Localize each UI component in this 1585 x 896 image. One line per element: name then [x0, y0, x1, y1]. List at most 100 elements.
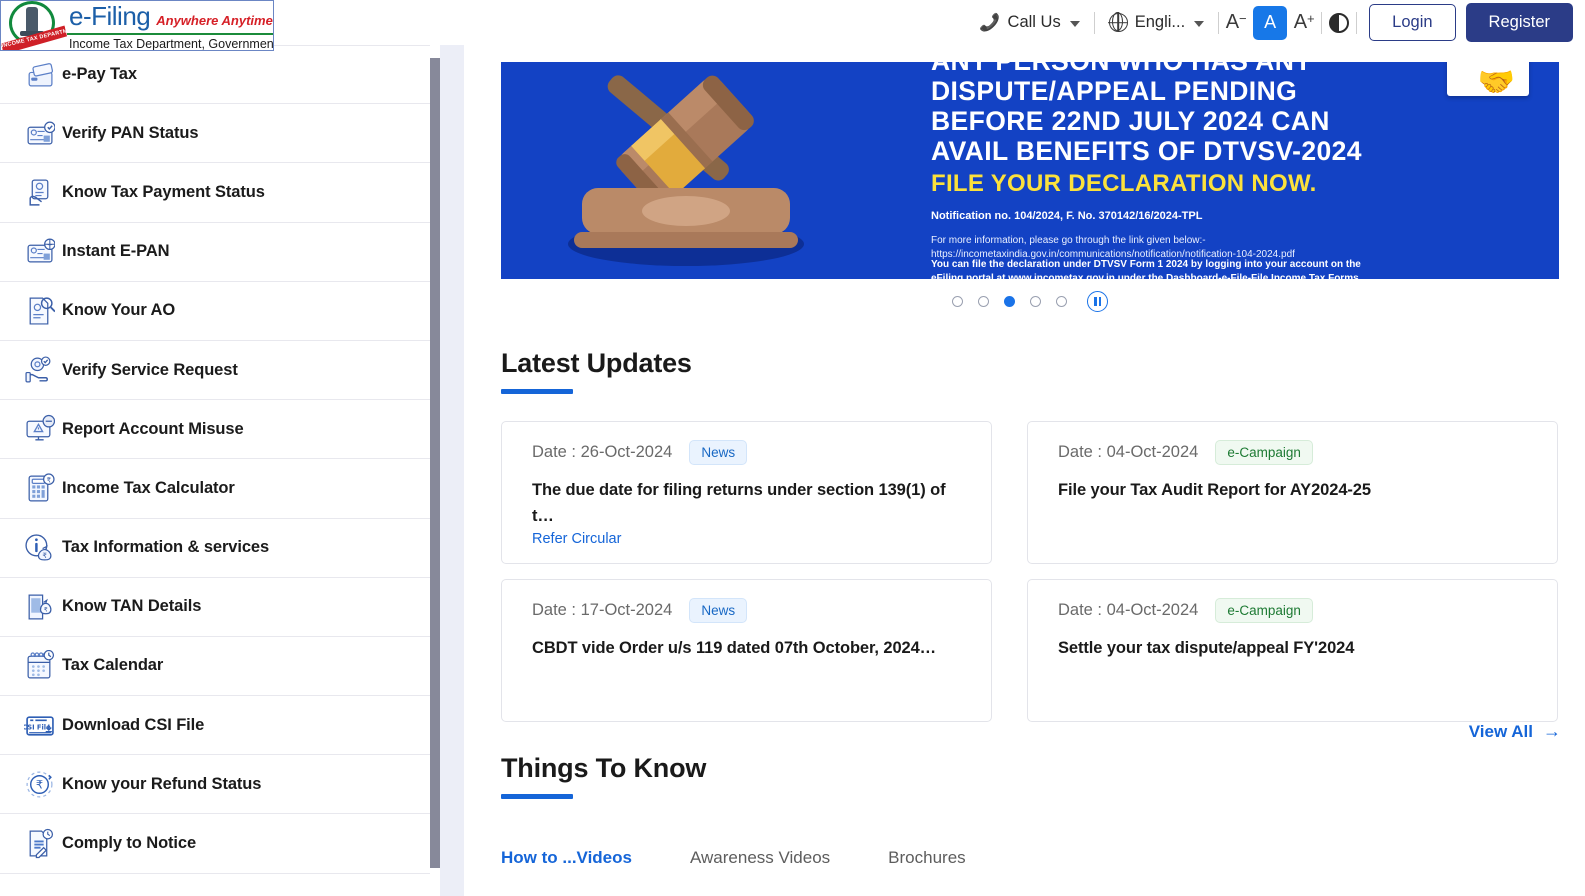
- update-card-date: Date : 04-Oct-2024: [1058, 601, 1199, 619]
- services-sidebar[interactable]: e-Pay Tax Verify PAN Status Know Tax Payme…: [0, 45, 430, 896]
- sidebar-item-know-tax-payment-status[interactable]: Know Tax Payment Status: [0, 163, 430, 223]
- status-badge: News: [689, 440, 748, 465]
- carousel-dot-4[interactable]: [1030, 296, 1041, 307]
- sidebar-item-label: Know Your AO: [62, 301, 176, 320]
- update-card[interactable]: Date : 04-Oct-2024 e-Campaign Settle your …: [1027, 579, 1558, 722]
- language-label: Engli...: [1134, 13, 1186, 31]
- font-decrease-button[interactable]: A −: [1219, 6, 1253, 40]
- carousel-pause-button[interactable]: [1087, 291, 1108, 312]
- view-all-link[interactable]: View All →: [1469, 721, 1561, 742]
- carousel-dot-1[interactable]: [952, 296, 963, 307]
- notice-clock-edit-icon: [16, 828, 62, 859]
- language-menu[interactable]: Engli...: [1095, 0, 1218, 45]
- call-us-label: Call Us: [1007, 13, 1061, 31]
- sidebar-item-comply-to-notice[interactable]: Comply to Notice: [0, 814, 430, 874]
- promo-banner-dtvsv[interactable]: ANY PERSON WHO HAS ANY DISPUTE/APPEAL PE…: [501, 62, 1559, 279]
- sidebar-item-label: e-Pay Tax: [62, 65, 137, 84]
- sidebar-scrollbar-track[interactable]: [440, 45, 464, 896]
- contrast-toggle-button[interactable]: [1322, 6, 1356, 40]
- login-button[interactable]: Login: [1369, 4, 1456, 41]
- contrast-icon: [1329, 12, 1350, 33]
- sidebar-item-label: Tax Calendar: [62, 656, 164, 675]
- calculator-rupee-icon: ₹: [16, 473, 62, 504]
- brand-tagline: Anywhere Anytime: [156, 13, 273, 28]
- status-badge: e-Campaign: [1215, 440, 1313, 465]
- sidebar-item-download-csi-file[interactable]: CSI File Download CSI File: [0, 696, 430, 756]
- update-card-link[interactable]: Refer Circular: [532, 531, 963, 547]
- brand-subtitle: Income Tax Department, Government of Ind…: [69, 37, 274, 51]
- sidebar-item-income-tax-calculator[interactable]: ₹ Income Tax Calculator: [0, 459, 430, 519]
- hand-receipt-icon: [16, 177, 62, 208]
- banner-headline-line3: BEFORE 22ND JULY 2024 CAN: [931, 106, 1330, 136]
- status-badge: News: [689, 598, 748, 623]
- handshake-icon: 🤝: [1477, 66, 1515, 99]
- call-us-menu[interactable]: 📞 Call Us: [965, 0, 1093, 45]
- things-to-know-tabs[interactable]: How to ...Videos Awareness Videos Brochure…: [501, 848, 1024, 868]
- carousel-dot-5[interactable]: [1056, 296, 1067, 307]
- phone-icon: 📞: [979, 12, 1001, 32]
- sidebar-item-label: Verify Service Request: [62, 360, 238, 379]
- svg-text:₹: ₹: [42, 551, 47, 560]
- update-card-date: Date : 17-Oct-2024: [532, 601, 673, 619]
- brand-block: e-Filing Anywhere Anytime Income Tax Dep…: [67, 1, 274, 51]
- font-increase-button[interactable]: A +: [1287, 6, 1321, 40]
- sidebar-scrollbar-thumb[interactable]: [430, 58, 440, 868]
- sidebar-item-label: Know your Refund Status: [62, 774, 262, 793]
- status-badge: e-Campaign: [1215, 598, 1313, 623]
- banner-headline-line4: AVAIL BENEFITS OF DTVSV-2024: [931, 136, 1362, 166]
- update-card-date: Date : 26-Oct-2024: [532, 443, 673, 461]
- sidebar-item-know-tan-details[interactable]: ₹ Know TAN Details: [0, 577, 430, 637]
- register-button[interactable]: Register: [1465, 3, 1573, 42]
- sidebar-item-know-your-ao[interactable]: Know Your AO: [0, 281, 430, 341]
- banner-info-block2: You can file the declaration under DTVSV…: [931, 258, 1361, 279]
- font-normal-label: A: [1264, 12, 1277, 32]
- heading-underline: [501, 389, 573, 394]
- font-normal-button[interactable]: A: [1253, 5, 1288, 40]
- sidebar-item-tax-information-services[interactable]: ₹ Tax Information & services: [0, 518, 430, 578]
- sidebar-item-instant-e-pan[interactable]: Instant E-PAN: [0, 222, 430, 282]
- sidebar-item-label: Report Account Misuse: [62, 419, 244, 438]
- gavel-icon: [568, 75, 804, 266]
- csi-file-download-icon: CSI File: [16, 710, 62, 741]
- banner-notification: Notification no. 104/2024, F. No. 370142…: [931, 210, 1203, 222]
- update-card-title: File your Tax Audit Report for AY2024-25: [1058, 481, 1371, 499]
- sidebar-item-e-pay-tax[interactable]: e-Pay Tax: [0, 45, 430, 105]
- sidebar-item-verify-service-request[interactable]: Verify Service Request: [0, 340, 430, 401]
- monitor-warning-icon: [16, 414, 62, 445]
- update-card[interactable]: Date : 26-Oct-2024 News The due date for f…: [501, 421, 992, 564]
- sidebar-item-know-your-refund-status[interactable]: ₹ Know your Refund Status: [0, 755, 430, 815]
- efiling-logo[interactable]: सत्यमेव जयते INCOME TAX DEPARTMENT e-Fil…: [0, 0, 274, 51]
- sidebar-item-report-account-misuse[interactable]: Report Account Misuse: [0, 400, 430, 460]
- latest-updates-grid: Date : 26-Oct-2024 News The due date for f…: [501, 421, 1561, 722]
- carousel-dot-2[interactable]: [978, 296, 989, 307]
- latest-updates-heading: Latest Updates: [501, 348, 1585, 394]
- tab-how-to-videos[interactable]: How to ...Videos: [501, 848, 660, 868]
- sidebar-item-label: Download CSI File: [62, 715, 205, 734]
- sidebar-item-verify-pan-status[interactable]: Verify PAN Status: [0, 104, 430, 164]
- update-card[interactable]: Date : 17-Oct-2024 News CBDT vide Order u/…: [501, 579, 992, 722]
- tab-brochures[interactable]: Brochures: [888, 848, 993, 868]
- banner-info-line4: eFiling portal at www.incometax.gov.in u…: [931, 273, 1362, 279]
- update-card-date: Date : 04-Oct-2024: [1058, 443, 1199, 461]
- svg-text:₹: ₹: [43, 607, 47, 614]
- sidebar-item-label: Know TAN Details: [62, 597, 202, 616]
- update-card[interactable]: Date : 04-Oct-2024 e-Campaign File your Ta…: [1027, 421, 1558, 564]
- banner-headline: ANY PERSON WHO HAS ANY DISPUTE/APPEAL PE…: [931, 62, 1362, 166]
- divider: [1356, 11, 1358, 34]
- chevron-down-icon: [1069, 21, 1080, 27]
- document-moneybag-icon: ₹: [16, 591, 62, 622]
- things-to-know-title: Things To Know: [501, 753, 707, 783]
- pan-card-globe-icon: [16, 236, 62, 267]
- carousel-indicators[interactable]: [501, 291, 1559, 312]
- hand-gear-check-icon: [16, 355, 62, 386]
- calendar-clock-icon: [16, 650, 62, 681]
- promo-carousel[interactable]: ANY PERSON WHO HAS ANY DISPUTE/APPEAL PE…: [501, 62, 1563, 279]
- tab-awareness-videos[interactable]: Awareness Videos: [690, 848, 858, 868]
- main-content: ANY PERSON WHO HAS ANY DISPUTE/APPEAL PE…: [464, 45, 1585, 896]
- pan-card-check-icon: [16, 118, 62, 149]
- carousel-dot-3[interactable]: [1004, 296, 1015, 307]
- sidebar-item-label: Know Tax Payment Status: [62, 182, 265, 201]
- wallet-cards-icon: [16, 59, 62, 90]
- sidebar-item-tax-calendar[interactable]: Tax Calendar: [0, 636, 430, 697]
- rupee-refresh-icon: ₹: [16, 769, 62, 800]
